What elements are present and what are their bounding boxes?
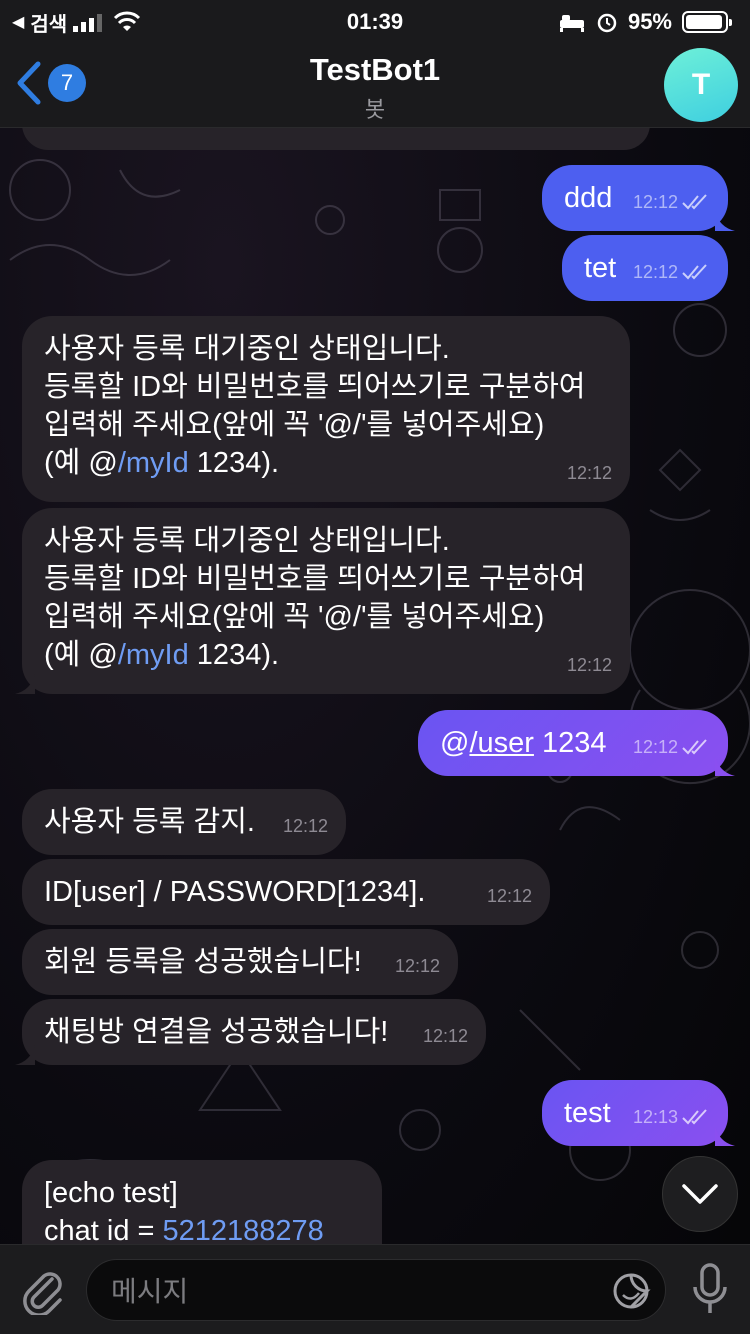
message-text: test	[564, 1097, 611, 1129]
message-text: ID[user] / PASSWORD[1234].	[44, 876, 426, 908]
chevron-down-icon	[682, 1184, 718, 1204]
message-text: 회원 등록을 성공했습니다!	[44, 946, 362, 978]
message-time: 12:12	[566, 655, 612, 675]
wifi-icon	[114, 11, 141, 31]
message-incoming[interactable]: 회원 등록을 성공했습니다! 12:12	[22, 929, 458, 995]
message-input-placeholder: 메시지	[111, 1276, 189, 1307]
message-time: 12:12	[394, 956, 440, 976]
message-line: chat id = 5212188278	[44, 1212, 360, 1244]
message-text: (예 @	[44, 447, 118, 479]
message-time: 12:11	[588, 128, 632, 140]
message-incoming[interactable]: 채팅방 연결을 성공했습니다! 12:12	[15, 999, 486, 1065]
command-link[interactable]: /myId	[118, 639, 189, 671]
microphone-icon[interactable]	[692, 1263, 728, 1317]
message-meta: 12:12	[283, 807, 328, 845]
back-to-app-label[interactable]: 검색	[30, 8, 67, 37]
status-right: 95%	[558, 9, 732, 35]
avatar[interactable]: T	[664, 48, 738, 122]
message-meta: 12:13	[633, 1098, 710, 1136]
battery-percent: 95%	[627, 9, 672, 34]
message-meta: 12:12	[567, 646, 612, 684]
message-line: 등록할 ID와 비밀번호를 띄어쓰기로 구분하여	[44, 371, 586, 403]
message-line: 입력해 주세요(앞에 꼭 '@/'를 넣어주세요)	[44, 601, 545, 633]
bubble-tail	[15, 674, 35, 694]
bubble-tail	[15, 1045, 35, 1065]
message-incoming[interactable]: ID[user] / PASSWORD[1234]. 12:12	[22, 859, 550, 925]
message-text: chat id =	[44, 1215, 163, 1244]
message-line: 사용자 등록 대기중인 상태입니다.	[44, 525, 450, 557]
message-time: 12:13	[632, 1107, 678, 1127]
battery-level	[686, 15, 723, 29]
message-list: 12:11 ddd 12:12 tet 12:12 사용자 등록 대기중인 상태…	[0, 128, 750, 1244]
message-text: tet	[584, 252, 617, 284]
message-line: (예 @/myId 1234).	[44, 444, 608, 482]
status-left: ◀ 검색	[12, 8, 141, 37]
message-text: 1234	[533, 727, 607, 759]
message-text: @	[440, 727, 470, 759]
message-time: 12:12	[486, 886, 532, 906]
paperclip-icon[interactable]	[20, 1265, 64, 1315]
double-check-icon	[682, 264, 707, 280]
message-time: 12:12	[632, 192, 678, 212]
message-text: 채팅방 연결을 성공했습니다!	[44, 1016, 389, 1048]
sticker-icon[interactable]	[611, 1271, 651, 1311]
chat-title: TestBot1	[309, 52, 441, 87]
message-meta: 12:11	[588, 128, 632, 140]
chat-id-link[interactable]: 5212188278	[163, 1215, 324, 1244]
alarm-icon	[597, 13, 617, 33]
message-text: 사용자 등록 감지.	[44, 806, 255, 838]
message-text: 1234).	[188, 639, 280, 671]
chat-title-area[interactable]: TestBot1 봇	[0, 52, 750, 124]
message-outgoing[interactable]: test 12:13	[542, 1080, 735, 1146]
message-incoming[interactable]: [echo test] chat id = 5212188278	[22, 1160, 382, 1244]
battery-icon	[682, 11, 732, 33]
double-check-icon	[682, 739, 707, 755]
status-bar: ◀ 검색 01:39 95%	[0, 0, 750, 44]
message-meta: 12:12	[423, 1017, 468, 1055]
message-time: 12:12	[632, 737, 678, 757]
input-bar: 메시지	[0, 1244, 750, 1334]
bubble-tail	[715, 211, 735, 231]
message-outgoing[interactable]: @/user 1234 12:12	[418, 710, 735, 776]
message-incoming[interactable]: 사용자 등록 감지. 12:12	[22, 789, 346, 855]
message-line: 사용자 등록 대기중인 상태입니다.	[44, 333, 450, 365]
message-text: (예 @	[44, 639, 118, 671]
chat-subtitle: 봇	[364, 97, 386, 122]
message-line: 입력해 주세요(앞에 꼭 '@/'를 넣어주세요)	[44, 409, 545, 441]
message-incoming[interactable]: 12:11	[22, 128, 650, 150]
message-outgoing[interactable]: ddd 12:12	[542, 165, 735, 231]
message-incoming[interactable]: 사용자 등록 대기중인 상태입니다. 등록할 ID와 비밀번호를 띄어쓰기로 구…	[15, 508, 630, 694]
command-link[interactable]: /user	[469, 727, 533, 759]
message-text: ddd	[564, 182, 613, 214]
signal-icon	[73, 14, 103, 32]
message-meta: 12:12	[633, 183, 710, 221]
message-time: 12:12	[566, 463, 612, 483]
scroll-down-button[interactable]	[662, 1156, 738, 1232]
message-meta: 12:12	[395, 947, 440, 985]
bed-icon	[559, 15, 584, 32]
bubble-tail	[715, 756, 735, 776]
message-text: 1234).	[188, 447, 280, 479]
message-line: [echo test]	[44, 1177, 178, 1209]
back-to-app-icon[interactable]: ◀	[12, 12, 24, 32]
bubble-tail	[715, 1126, 735, 1146]
message-meta: 12:12	[633, 253, 710, 291]
message-input[interactable]: 메시지	[86, 1259, 666, 1321]
message-line: (예 @/myId 1234).	[44, 636, 608, 674]
message-outgoing[interactable]: tet 12:12	[562, 235, 728, 301]
message-time: 12:12	[632, 262, 678, 282]
message-meta: 12:12	[487, 877, 532, 915]
double-check-icon	[682, 194, 707, 210]
message-time: 12:12	[282, 816, 328, 836]
message-time: 12:12	[422, 1026, 468, 1046]
message-meta: 12:12	[633, 728, 710, 766]
message-meta: 12:12	[567, 454, 612, 492]
message-incoming[interactable]: 사용자 등록 대기중인 상태입니다. 등록할 ID와 비밀번호를 띄어쓰기로 구…	[22, 316, 630, 502]
double-check-icon	[682, 1109, 707, 1125]
command-link[interactable]: /myId	[118, 447, 189, 479]
chat-header: 7 TestBot1 봇 T	[0, 44, 750, 128]
message-line: 등록할 ID와 비밀번호를 띄어쓰기로 구분하여	[44, 563, 586, 595]
